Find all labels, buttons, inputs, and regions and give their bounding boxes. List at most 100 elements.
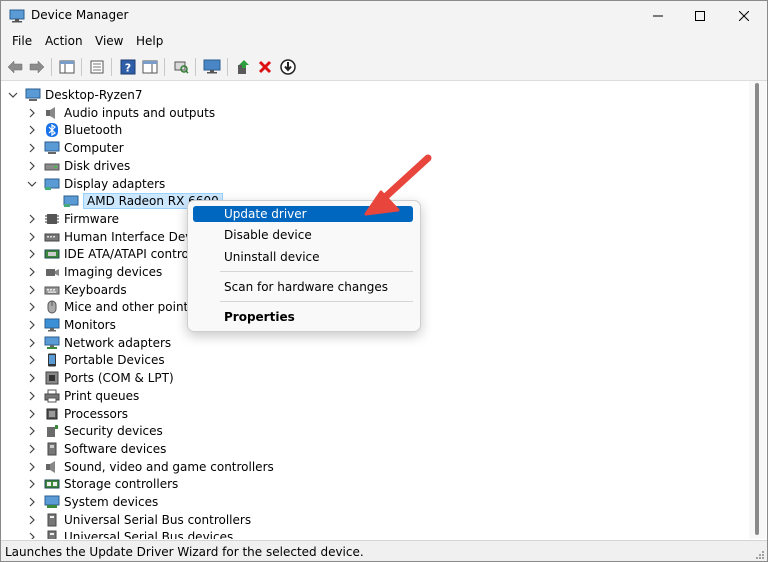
chevron-right-icon[interactable] [27,479,37,489]
tree-category[interactable]: Universal Serial Bus devices [44,528,233,539]
close-button[interactable] [721,1,767,31]
chevron-right-icon[interactable] [27,462,37,472]
chevron-right-icon[interactable] [27,391,37,401]
tree-category-label: Print queues [64,388,140,403]
show-hide-console-tree-button[interactable] [57,57,77,77]
monitor-view-button[interactable] [202,57,222,77]
context-item-properties[interactable]: Properties [193,309,413,325]
chevron-right-icon[interactable] [27,338,37,348]
tree-category[interactable]: Computer [44,139,124,156]
chevron-right-icon[interactable] [27,302,37,312]
sound-icon [46,460,55,473]
tree-category[interactable]: Print queues [44,387,139,404]
tree-category-label: Security devices [64,423,163,438]
disk-drive-icon [44,163,60,170]
context-item-scan-hardware[interactable]: Scan for hardware changes [193,279,413,295]
chevron-right-icon[interactable] [27,232,37,242]
resize-grip-icon[interactable] [755,550,765,560]
tree-category[interactable]: Security devices [44,422,163,439]
help-button[interactable]: ? [118,57,138,77]
tree-category-label: Keyboards [64,282,127,297]
device-manager-window: Device Manager File Action View Help ? D… [0,0,768,562]
tree-category[interactable]: Ports (COM & LPT) [44,369,174,386]
properties-sheet-icon [90,60,104,74]
chevron-right-icon[interactable] [27,373,37,383]
tree-category[interactable]: Human Interface Device [44,228,210,245]
chevron-right-icon[interactable] [27,409,37,419]
tree-category[interactable]: Audio inputs and outputs [44,104,215,121]
tree-category[interactable]: Bluetooth [44,121,122,138]
forward-button[interactable] [27,57,47,77]
vertical-scrollbar[interactable] [749,81,766,539]
monitor-icon [44,318,60,331]
menu-view[interactable]: View [95,34,123,48]
menu-help[interactable]: Help [136,34,163,48]
tree-category-label: Computer [64,140,124,155]
context-item-disable-device[interactable]: Disable device [193,227,413,243]
tree-category[interactable]: Imaging devices [44,263,162,280]
context-separator [220,301,413,302]
tree-category[interactable]: System devices [44,493,158,510]
toolbar-separator [227,58,228,76]
tree-category[interactable]: Display adapters [44,175,165,192]
download-circle-icon [280,59,296,75]
chevron-down-icon[interactable] [8,90,18,100]
tree-category[interactable]: Keyboards [44,281,127,298]
menu-file[interactable]: File [12,34,32,48]
tree-category-label: Software devices [64,441,167,456]
action-pane-button[interactable] [140,57,160,77]
context-item-uninstall-device[interactable]: Uninstall device [193,249,413,265]
tree-category[interactable]: Software devices [44,440,166,457]
properties-button[interactable] [87,57,107,77]
port-icon [45,371,59,384]
display-adapter-icon [63,195,79,207]
chevron-right-icon[interactable] [27,320,37,330]
hid-icon [44,233,60,241]
tree-category[interactable]: Disk drives [44,157,130,174]
usb-icon [47,513,57,526]
chevron-right-icon[interactable] [27,125,37,135]
firmware-icon [45,213,59,224]
chevron-right-icon[interactable] [27,426,37,436]
tree-category[interactable]: Processors [44,405,128,422]
uninstall-device-button[interactable] [255,57,275,77]
toolbar-separator [51,58,52,76]
scan-hardware-button[interactable] [171,57,191,77]
chevron-right-icon[interactable] [27,515,37,525]
chevron-right-icon[interactable] [27,532,37,539]
chevron-right-icon[interactable] [27,161,37,171]
tree-category[interactable]: Network adapters [44,334,171,351]
tree-category[interactable]: Monitors [44,316,116,333]
chevron-right-icon[interactable] [27,214,37,224]
tree-category[interactable]: Sound, video and game controllers [44,458,274,475]
tree-category-label: Bluetooth [64,122,123,137]
menu-action[interactable]: Action [45,34,83,48]
tree-category[interactable]: Mice and other pointing [44,298,207,315]
tree-category[interactable]: Portable Devices [44,351,165,368]
chevron-right-icon[interactable] [27,108,37,118]
tree-category[interactable]: IDE ATA/ATAPI controlle [44,245,203,262]
back-button[interactable] [5,57,25,77]
update-driver-button[interactable] [233,57,253,77]
chevron-right-icon[interactable] [27,143,37,153]
chevron-right-icon[interactable] [27,355,37,365]
chevron-right-icon[interactable] [27,285,37,295]
tree-category[interactable]: Firmware [44,210,119,227]
tree-root-desktop-ryzen7[interactable]: Desktop-Ryzen7 [25,86,143,103]
minimize-button[interactable] [635,1,681,31]
disable-device-button[interactable] [278,57,298,77]
chevron-right-icon[interactable] [27,444,37,454]
chevron-right-icon[interactable] [27,249,37,259]
red-x-icon [258,60,272,74]
tree-category[interactable]: Storage controllers [44,475,178,492]
context-item-label: Disable device [224,228,312,242]
chevron-down-icon[interactable] [27,179,37,189]
tree-category[interactable]: Universal Serial Bus controllers [44,511,251,528]
help-icon: ? [120,59,136,75]
chevron-right-icon[interactable] [27,267,37,277]
window-title: Device Manager [31,8,129,22]
scrollbar-thumb[interactable] [755,83,759,535]
chevron-right-icon[interactable] [27,497,37,507]
maximize-button[interactable] [677,1,723,31]
forward-arrow-icon [29,60,45,74]
